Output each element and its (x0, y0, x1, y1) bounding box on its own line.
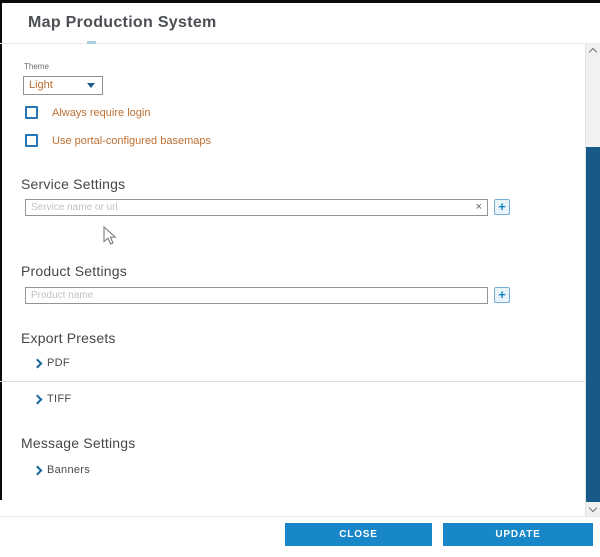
checkbox-label: Use portal-configured basemaps (52, 135, 211, 147)
plus-icon: + (498, 199, 506, 214)
chevron-right-icon (33, 359, 43, 369)
add-service-button[interactable]: + (494, 199, 510, 215)
service-input-wrap: × (25, 199, 488, 216)
close-button[interactable]: CLOSE (285, 523, 432, 546)
map-production-dialog: Map Production System Theme Light Always… (0, 0, 600, 557)
product-name-input[interactable] (25, 287, 488, 304)
checkbox-label: Always require login (52, 107, 150, 119)
scroll-up-button[interactable] (586, 44, 600, 58)
theme-label: Theme (24, 62, 49, 71)
export-presets-heading: Export Presets (21, 330, 116, 346)
dialog-title: Map Production System (28, 3, 217, 43)
scroll-down-button[interactable] (586, 502, 600, 516)
update-button[interactable]: UPDATE (443, 523, 593, 546)
portal-basemaps-checkbox[interactable] (25, 134, 38, 147)
theme-select[interactable]: Light (23, 76, 103, 95)
chevron-right-icon (33, 395, 43, 405)
chevron-right-icon (33, 466, 43, 476)
dialog-header: Map Production System (2, 3, 600, 43)
mouse-cursor-icon (103, 226, 117, 246)
product-input-wrap (25, 287, 488, 304)
row-divider (0, 381, 585, 382)
dialog-footer: CLOSE UPDATE (0, 516, 600, 557)
theme-selected-value: Light (29, 77, 53, 94)
scrolled-element-fragment (87, 41, 96, 44)
add-product-button[interactable]: + (494, 287, 510, 303)
service-name-input[interactable] (25, 199, 488, 216)
chevron-down-icon (87, 83, 95, 88)
plus-icon: + (498, 287, 506, 302)
expander-label: TIFF (47, 393, 71, 405)
service-settings-heading: Service Settings (21, 176, 125, 192)
vertical-scrollbar[interactable] (585, 44, 600, 516)
expander-label: PDF (47, 357, 70, 369)
always-require-login-checkbox[interactable] (25, 106, 38, 119)
chevron-up-icon (589, 48, 597, 56)
window-border-left (0, 0, 2, 500)
clear-icon[interactable]: × (476, 200, 482, 215)
scrollbar-thumb[interactable] (586, 147, 600, 502)
expander-label: Banners (47, 464, 90, 476)
product-settings-heading: Product Settings (21, 263, 127, 279)
message-settings-heading: Message Settings (21, 435, 135, 451)
chevron-down-icon (589, 504, 597, 512)
